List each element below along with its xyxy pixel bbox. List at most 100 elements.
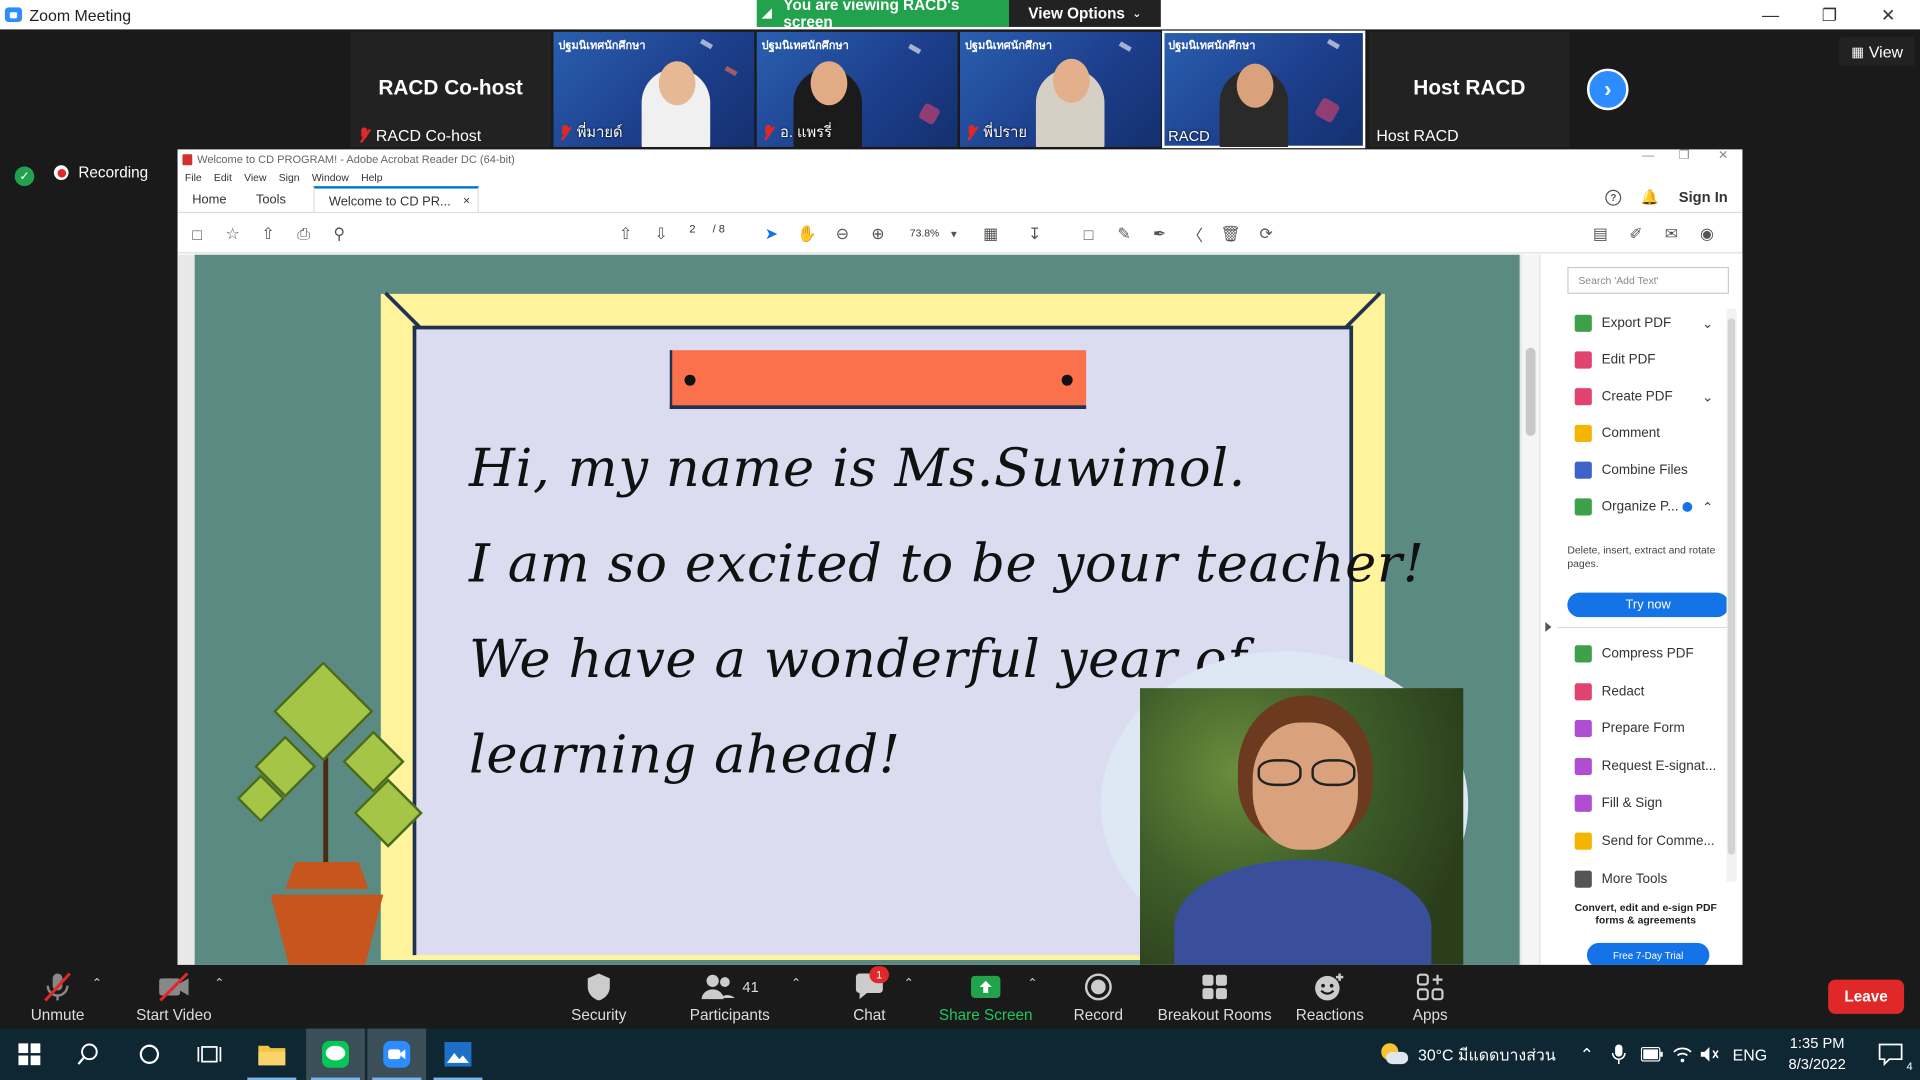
system-clock[interactable]: 1:35 PM 8/3/2022 <box>1778 1033 1856 1075</box>
export-icon[interactable]: ▤ <box>1591 224 1611 244</box>
zoom-level-field[interactable]: 73.8% <box>910 227 940 239</box>
zoom-out-icon[interactable]: ⊖ <box>833 224 853 244</box>
try-now-button[interactable]: Try now <box>1567 592 1729 618</box>
breakout-rooms-button[interactable]: Breakout Rooms <box>1156 965 1274 1029</box>
leave-button[interactable]: Leave <box>1828 979 1905 1014</box>
apps-button[interactable]: Apps <box>1403 965 1457 1029</box>
scroll-mode-icon[interactable]: ↧ <box>1025 224 1045 244</box>
recording-indicator[interactable]: Recording <box>53 164 148 181</box>
security-button[interactable]: Security <box>563 965 634 1029</box>
close-button[interactable]: ✕ <box>1859 0 1918 29</box>
print-icon[interactable]: ⎙ <box>294 224 314 244</box>
record-button[interactable]: Record <box>1068 965 1129 1029</box>
tab-tools[interactable]: Tools <box>241 186 300 212</box>
tab-document[interactable]: Welcome to CD PR... × <box>312 186 479 212</box>
page-down-icon[interactable]: ⇩ <box>651 224 671 244</box>
bell-icon[interactable]: 🔔 <box>1641 189 1659 206</box>
tool-edit-pdf[interactable]: Edit PDF <box>1574 345 1656 374</box>
highlight-icon[interactable]: ✎ <box>1114 224 1134 244</box>
next-page-button[interactable]: › <box>1586 68 1629 111</box>
sign-in-link[interactable]: Sign In <box>1679 189 1728 206</box>
chevron-down-icon[interactable]: ⌄ <box>1702 389 1713 405</box>
unmute-button[interactable]: Unmute <box>22 965 93 1029</box>
menu-file[interactable]: File <box>185 171 202 183</box>
menu-help[interactable]: Help <box>361 171 382 183</box>
line-app-icon[interactable] <box>306 1028 365 1080</box>
windows-start-icon[interactable] <box>0 1029 59 1080</box>
tool-organize-pages[interactable]: Organize P... ⌃ <box>1574 492 1713 521</box>
video-options-caret[interactable]: ⌃ <box>214 977 224 990</box>
share-screen-button[interactable]: Share Screen <box>938 965 1034 1029</box>
participant-tile[interactable]: Host RACD Host RACD <box>1368 31 1570 147</box>
tools-search-input[interactable]: Search 'Add Text' <box>1567 266 1729 294</box>
close-tab-icon[interactable]: × <box>463 195 470 212</box>
microphone-tray-icon[interactable] <box>1611 1029 1626 1080</box>
zoom-app-icon[interactable] <box>367 1028 427 1080</box>
panel-scrollbar[interactable] <box>1726 308 1737 882</box>
notifications-icon[interactable]: 4 <box>1861 1029 1920 1080</box>
upload-icon[interactable]: ⇧ <box>258 224 278 244</box>
menu-sign[interactable]: Sign <box>279 171 300 183</box>
chevron-down-icon[interactable]: ⌄ <box>1702 315 1713 332</box>
zoom-in-icon[interactable]: ⊕ <box>868 224 888 244</box>
participant-video-tile[interactable]: ปฐมนิเทศนักศึกษา พี่มายด์ <box>553 31 755 147</box>
chat-options-caret[interactable]: ⌃ <box>904 977 914 990</box>
audio-options-caret[interactable]: ⌃ <box>92 977 102 990</box>
view-button[interactable]: ▦ View <box>1839 36 1916 67</box>
page-current-input[interactable]: 2 <box>689 223 695 235</box>
participant-video-tile[interactable]: ปฐมนิเทศนักศึกษา อ. แพรรี่ <box>756 31 958 147</box>
reactions-button[interactable]: Reactions <box>1293 965 1366 1029</box>
select-cursor-icon[interactable]: ➤ <box>762 224 782 244</box>
participants-button[interactable]: 41 Participants <box>683 965 776 1029</box>
encryption-shield-icon[interactable]: ✓ <box>14 166 35 187</box>
photos-app-icon[interactable] <box>429 1029 488 1080</box>
acrobat-minimize-button[interactable]: — <box>1642 149 1654 162</box>
tool-export-pdf[interactable]: Export PDF ⌄ <box>1574 309 1713 338</box>
draw-icon[interactable]: ✒ <box>1150 224 1170 244</box>
acrobat-restore-button[interactable]: ❐ <box>1679 149 1690 162</box>
wifi-icon[interactable] <box>1673 1029 1693 1080</box>
tab-home[interactable]: Home <box>178 186 242 212</box>
rotate-icon[interactable]: ⟳ <box>1256 224 1276 244</box>
chat-button[interactable]: 1 Chat <box>842 965 896 1029</box>
volume-muted-icon[interactable] <box>1700 1029 1720 1080</box>
tool-combine-files[interactable]: Combine Files <box>1574 456 1688 485</box>
document-scroll-thumb[interactable] <box>1525 347 1536 436</box>
page-up-icon[interactable]: ⇧ <box>616 224 636 244</box>
tool-send-for-comment[interactable]: Send for Comme... <box>1574 827 1715 856</box>
zoom-dropdown-icon[interactable]: ▼ <box>944 224 964 244</box>
document-scrollbar[interactable] <box>1522 254 1540 965</box>
tool-fill-sign[interactable]: Fill & Sign <box>1574 789 1662 818</box>
help-icon[interactable]: ? <box>1605 189 1622 206</box>
hand-tool-icon[interactable]: ✋ <box>797 224 817 244</box>
share-user-icon[interactable]: ◉ <box>1697 224 1717 244</box>
cortana-icon[interactable] <box>120 1029 179 1080</box>
stamp-icon[interactable]: 〈 <box>1185 224 1205 244</box>
comment-icon[interactable]: □ <box>1079 224 1099 244</box>
tray-expand-icon[interactable]: ⌃ <box>1580 1029 1594 1080</box>
participant-video-tile[interactable]: ปฐมนิเทศนักศึกษา พี่ปราย <box>960 31 1161 147</box>
tool-prepare-form[interactable]: Prepare Form <box>1574 714 1685 743</box>
delete-icon[interactable]: 🗑 <box>1221 224 1241 244</box>
page-navigator[interactable]: 2 / 8 <box>689 223 725 235</box>
acrobat-close-button[interactable]: ✕ <box>1718 149 1728 162</box>
restore-button[interactable]: ❐ <box>1800 0 1859 29</box>
minimize-button[interactable]: — <box>1741 0 1800 29</box>
weather-widget[interactable]: 30°C มีแดดบางส่วน <box>1379 1029 1556 1080</box>
tool-create-pdf[interactable]: Create PDF ⌄ <box>1574 382 1713 411</box>
task-view-icon[interactable] <box>180 1029 239 1080</box>
page-fit-icon[interactable]: ▦ <box>981 224 1001 244</box>
participant-video-tile[interactable]: ปฐมนิเทศนักศึกษา RACD <box>1162 30 1366 149</box>
participants-options-caret[interactable]: ⌃ <box>791 977 801 990</box>
zoom-search-icon[interactable]: ⚲ <box>329 224 349 244</box>
start-video-button[interactable]: Start Video <box>127 965 220 1029</box>
star-icon[interactable]: ☆ <box>223 224 243 244</box>
tool-redact[interactable]: Redact <box>1574 677 1644 706</box>
file-explorer-icon[interactable] <box>242 1029 301 1080</box>
chevron-up-icon[interactable]: ⌃ <box>1702 499 1713 515</box>
sign-icon[interactable]: ✐ <box>1626 224 1646 244</box>
participant-tile[interactable]: RACD Co-host RACD Co-host <box>350 31 552 147</box>
menu-window[interactable]: Window <box>312 171 349 183</box>
tool-request-esignature[interactable]: Request E-signat... <box>1574 752 1716 781</box>
search-icon[interactable] <box>59 1029 118 1080</box>
